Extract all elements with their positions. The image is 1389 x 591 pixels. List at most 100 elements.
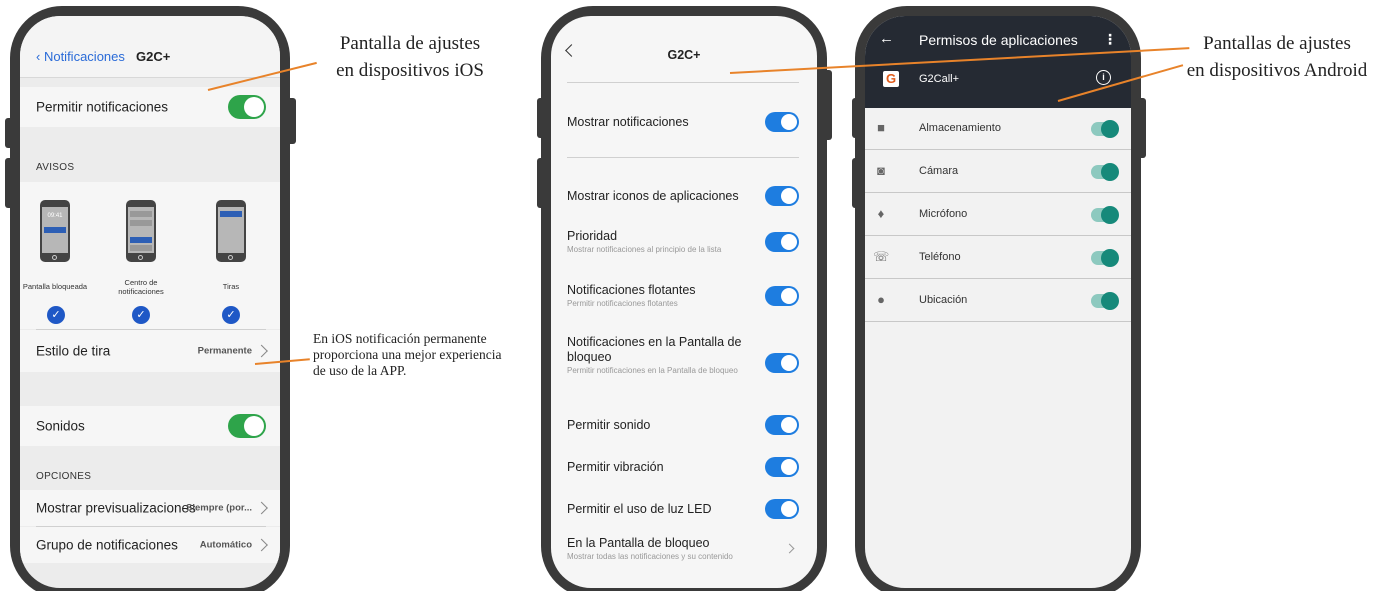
show-notifications-row[interactable]: Mostrar notificaciones — [567, 112, 799, 132]
allow-vibration-toggle[interactable] — [765, 457, 799, 477]
alert-styles-panel: 09:41 Pantalla bloqueada Centro de notif… — [20, 182, 280, 329]
info-icon[interactable]: i — [1096, 70, 1111, 85]
app-name: G2Call+ — [919, 73, 960, 85]
android-callout: Pantallas de ajustes en dispositivos And… — [1168, 30, 1386, 84]
mini-clock: 09:41 — [47, 213, 63, 219]
permissions-phone-frame: ← Permisos de aplicaciones ⋮ G G2Call+ i… — [855, 6, 1141, 591]
banners-check-icon[interactable]: ✓ — [222, 306, 240, 324]
phone-icon: ☏ — [873, 249, 890, 264]
android-notification-settings-screen: G2C+ Mostrar notificaciones Mostrar icon… — [551, 16, 817, 588]
show-previews-row[interactable]: Mostrar previsualizaciones Siempre (por.… — [20, 490, 280, 526]
lock-screen-preview: 09:41 — [40, 200, 70, 262]
permission-label: Teléfono — [919, 251, 961, 263]
ios-callout-line-2: en dispositivos iOS — [336, 60, 484, 81]
style-label-banners: Tiras — [222, 282, 240, 291]
banner-style-value: Permanente — [197, 345, 252, 357]
allow-vibration-row[interactable]: Permitir vibración — [567, 457, 799, 477]
back-button[interactable]: ‹ Notificaciones — [36, 49, 125, 64]
lock-screen-notifications-row[interactable]: Notificaciones en la Pantalla de bloqueo… — [567, 335, 799, 376]
allow-notifications-label: Permitir notificaciones — [36, 99, 169, 115]
allow-sound-row[interactable]: Permitir sonido — [567, 415, 799, 435]
sounds-row[interactable]: Sonidos — [20, 406, 280, 446]
style-label-notification-center: Centro de notificaciones — [118, 278, 164, 296]
allow-led-row[interactable]: Permitir el uso de luz LED — [567, 499, 799, 519]
priority-toggle[interactable] — [765, 232, 799, 252]
row-description: Permitir notificaciones flotantes — [567, 299, 678, 308]
ios-callout-line-1: Pantalla de ajustes — [339, 33, 481, 54]
notification-grouping-label: Grupo de notificaciones — [36, 537, 178, 553]
allow-notifications-row[interactable]: Permitir notificaciones — [20, 87, 280, 127]
row-description: Mostrar todas las notificaciones y su co… — [567, 552, 733, 561]
banner-style-label: Estilo de tira — [36, 343, 111, 359]
permission-row-microphone[interactable]: ♦ Micrófono — [865, 194, 1131, 236]
location-toggle[interactable] — [1091, 292, 1119, 310]
chevron-right-icon — [255, 538, 268, 552]
divider — [567, 82, 799, 83]
allow-notifications-toggle[interactable] — [228, 95, 266, 119]
camera-toggle[interactable] — [1091, 163, 1119, 181]
page-title: G2C+ — [667, 48, 701, 62]
show-previews-label: Mostrar previsualizaciones — [36, 500, 196, 516]
floating-notifications-row[interactable]: Notificaciones flotantes Permitir notifi… — [567, 283, 799, 309]
permission-label: Cámara — [919, 165, 959, 177]
notification-grouping-row[interactable]: Grupo de notificaciones Automático — [20, 527, 280, 563]
allow-led-toggle[interactable] — [765, 499, 799, 519]
row-label: En la Pantalla de bloqueo — [567, 536, 710, 550]
phone-toggle[interactable] — [1091, 249, 1119, 267]
priority-row[interactable]: Prioridad Mostrar notificaciones al prin… — [567, 229, 799, 255]
section-header-options: OPCIONES — [36, 471, 92, 482]
notification-center-check-icon[interactable]: ✓ — [132, 306, 150, 324]
sounds-toggle[interactable] — [228, 414, 266, 438]
permission-label: Ubicación — [919, 294, 968, 306]
permission-row-camera[interactable]: ◙ Cámara — [865, 151, 1131, 193]
page-title: G2C+ — [136, 49, 171, 64]
allow-sound-toggle[interactable] — [765, 415, 799, 435]
storage-toggle[interactable] — [1091, 120, 1119, 138]
show-notifications-toggle[interactable] — [765, 112, 799, 132]
permission-row-phone[interactable]: ☏ Teléfono — [865, 237, 1131, 279]
section-header-alerts: AVISOS — [36, 162, 75, 173]
android-callout-line-2: en dispositivos Android — [1186, 60, 1368, 81]
permission-row-storage[interactable]: ■ Almacenamiento — [865, 108, 1131, 150]
note-line-3: de uso de la APP. — [313, 363, 407, 378]
floating-notifications-toggle[interactable] — [765, 286, 799, 306]
location-pin-icon: ● — [877, 292, 885, 307]
lock-screen-notifications-toggle[interactable] — [765, 353, 799, 373]
camera-icon: ◙ — [877, 163, 885, 178]
row-description: Mostrar notificaciones al principio de l… — [567, 245, 722, 254]
permission-label: Almacenamiento — [919, 122, 1001, 134]
divider — [567, 157, 799, 158]
sounds-label: Sonidos — [36, 418, 85, 434]
ios-settings-screen: ‹ Notificaciones G2C+ Permitir notificac… — [20, 16, 280, 588]
notification-grouping-value: Automático — [199, 539, 252, 551]
microphone-toggle[interactable] — [1091, 206, 1119, 224]
g2call-logo-icon: G — [883, 71, 899, 87]
lock-screen-content-row[interactable]: En la Pantalla de bloqueo Mostrar todas … — [567, 536, 799, 562]
lock-screen-check-icon[interactable]: ✓ — [47, 306, 65, 324]
show-app-icons-row[interactable]: Mostrar iconos de aplicaciones — [567, 186, 799, 206]
banners-preview — [216, 200, 246, 262]
row-description: Permitir notificaciones en la Pantalla d… — [567, 366, 738, 375]
android-phone-frame: G2C+ Mostrar notificaciones Mostrar icon… — [541, 6, 827, 591]
style-label-lock-screen: Pantalla bloqueada — [22, 282, 88, 291]
note-line-2: proporciona una mejor experiencia — [313, 347, 502, 362]
ios-nav-bar: ‹ Notificaciones G2C+ — [20, 16, 280, 78]
notification-center-preview — [126, 200, 156, 262]
ios-callout: Pantalla de ajustes en dispositivos iOS — [300, 30, 520, 84]
page-title: Permisos de aplicaciones — [919, 32, 1078, 48]
back-arrow-icon[interactable]: ← — [879, 30, 894, 47]
chevron-right-icon — [255, 344, 268, 358]
permission-row-location[interactable]: ● Ubicación — [865, 280, 1131, 322]
permission-label: Micrófono — [919, 208, 968, 220]
show-app-icons-toggle[interactable] — [765, 186, 799, 206]
back-label: Notificaciones — [43, 49, 125, 64]
more-options-icon[interactable]: ⋮ — [1103, 31, 1117, 48]
permanent-notification-note: En iOS notificación permanente proporcio… — [313, 331, 543, 379]
app-permissions-screen: ← Permisos de aplicaciones ⋮ G G2Call+ i… — [865, 16, 1131, 588]
banner-style-row[interactable]: Estilo de tira Permanente — [20, 330, 280, 372]
row-label: Notificaciones en la Pantalla de bloqueo — [567, 335, 742, 364]
ios-phone-frame: ‹ Notificaciones G2C+ Permitir notificac… — [10, 6, 290, 591]
show-previews-value: Siempre (por... — [186, 502, 252, 514]
note-line-1: En iOS notificación permanente — [313, 331, 487, 346]
microphone-icon: ♦ — [877, 206, 885, 221]
